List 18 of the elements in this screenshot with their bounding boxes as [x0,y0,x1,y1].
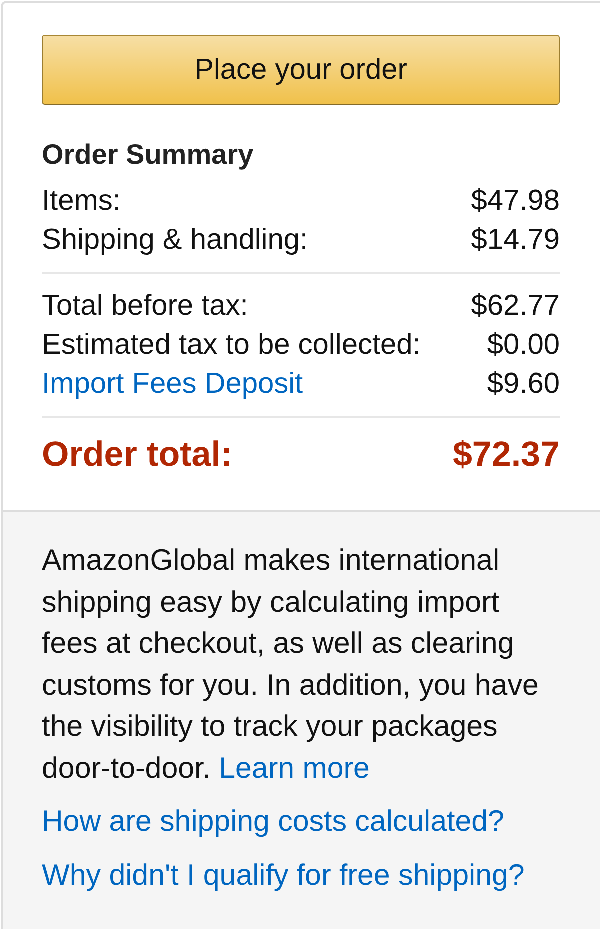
row-label: Total before tax: [42,288,248,322]
row-label: Items: [42,184,121,218]
row-amount: $0.00 [487,328,560,362]
row-label: Shipping & handling: [42,222,308,256]
row-label: Estimated tax to be collected: [42,328,421,362]
info-paragraph: AmazonGlobal makes international shipping easy by calculating import fees at checkout, as well as clearing customs for you. In addition, you have the visibility to track your packages door-to-door. Learn more [42,543,540,786]
row-amount: $9.60 [487,366,560,400]
help-link[interactable]: Why didn't I qualify for free shipping? [42,855,525,897]
row-amount: $47.98 [471,184,560,218]
import-fees-link[interactable]: Import Fees Deposit [42,366,304,400]
row-amount: $14.79 [471,222,560,256]
help-link[interactable]: How are shipping costs calculated? [42,801,504,843]
summary-title: Order Summary [42,139,255,171]
learn-more-link[interactable]: Learn more [219,752,370,784]
row-amount: $62.77 [471,288,560,322]
order-total-amount: $72.37 [452,434,560,476]
place-order-button[interactable]: Place your order [42,35,560,105]
order-total-label: Order total: [42,434,233,476]
